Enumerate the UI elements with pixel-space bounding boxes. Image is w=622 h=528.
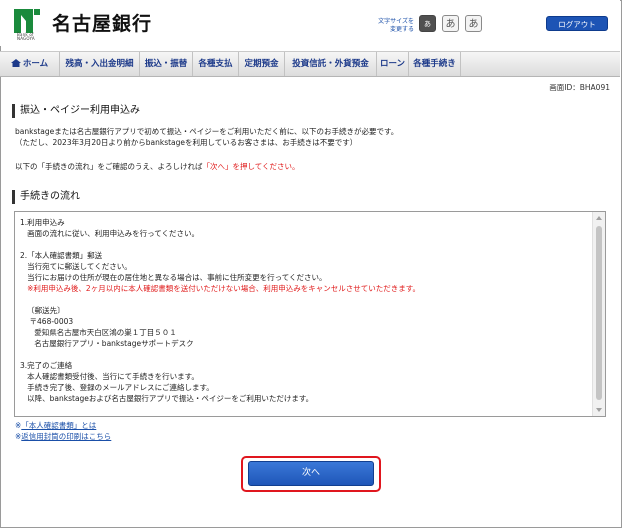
nav-item-label: ホーム	[22, 59, 49, 69]
font-size-label: 文字サイズを 変更する	[378, 18, 414, 33]
scroll-up-icon[interactable]	[596, 216, 602, 220]
logo-subtext: Bank of NAGOYA	[17, 32, 35, 41]
flow-step-2-warning: ※利用申込み後、2ヶ月以内に本人確認書類を送付いただけない場合、利用申込みをキャ…	[20, 284, 420, 293]
logout-button[interactable]: ログアウト	[546, 16, 608, 31]
flow-text-area[interactable]: 1.利用申込み 画面の流れに従い、利用申込みを行ってください。 2.「本人確認書類…	[14, 211, 606, 417]
nav-item-transfer[interactable]: 振込・振替	[140, 52, 193, 76]
instruction-highlight: 「次へ」を押してください。	[202, 162, 300, 171]
flow-scrollbar[interactable]	[592, 212, 605, 416]
scroll-down-icon[interactable]	[596, 408, 602, 412]
nav-item-loan[interactable]: ローン	[377, 52, 409, 76]
instruction-text: 以下の「手続きの流れ」をご確認のうえ、よろしければ「次へ」を押してください。	[15, 162, 300, 171]
nav-item-procedures[interactable]: 各種手続き	[409, 52, 461, 76]
nav-item-payments[interactable]: 各種支払	[193, 52, 239, 76]
font-size-large-button[interactable]: あ	[465, 15, 482, 32]
nav-item-investment[interactable]: 投資信託・外貨預金	[285, 52, 377, 76]
bank-name[interactable]: 名古屋銀行	[52, 9, 152, 36]
description-line-2: （ただし、2023年3月20日より前からbankstageを利用しているお客さま…	[15, 138, 358, 147]
flow-step-3: 3.完了のご連絡 本人確認書類受付後、当行にて手続きを行います。 手続き完了後、…	[20, 361, 314, 403]
nav-item-balance[interactable]: 残高・入出金明細	[60, 52, 140, 76]
home-icon	[10, 59, 21, 67]
main-nav: ホーム 残高・入出金明細 振込・振替 各種支払 定期預金 投資信託・外貨預金 ロ…	[0, 51, 620, 77]
flow-address: 〔郵送先〕 〒468-0003 愛知県名古屋市天白区鴻の巣１丁目５０１ 名古屋銀…	[27, 306, 194, 348]
scroll-thumb[interactable]	[596, 226, 602, 400]
next-button[interactable]: 次へ	[248, 461, 374, 486]
screen-id: 画面ID：BHA091	[549, 83, 610, 92]
page-title: 振込・ペイジー利用申込み	[12, 104, 140, 118]
id-document-link[interactable]: ※「本人確認書類」とは	[15, 421, 96, 431]
header: Bank of NAGOYA 名古屋銀行 文字サイズを 変更する あ あ あ ロ…	[0, 0, 620, 46]
flow-step-2: 2.「本人確認書類」郵送 当行宛てに郵送してください。 当行にお届けの住所が現在…	[20, 251, 327, 282]
flow-section-title: 手続きの流れ	[12, 190, 80, 204]
font-size-medium-button[interactable]: あ	[442, 15, 459, 32]
font-size-small-button[interactable]: あ	[419, 15, 436, 32]
nav-item-time-deposit[interactable]: 定期預金	[239, 52, 285, 76]
flow-content: 1.利用申込み 画面の流れに従い、利用申込みを行ってください。 2.「本人確認書類…	[20, 217, 590, 404]
description-line-1: bankstageまたは名古屋銀行アプリで初めて振込・ペイジーをご利用いただく前…	[15, 127, 399, 136]
flow-step-1: 1.利用申込み 画面の流れに従い、利用申込みを行ってください。	[20, 218, 200, 238]
return-envelope-link[interactable]: ※返信用封筒の印刷はこちら	[15, 432, 111, 442]
nav-item-home[interactable]: ホーム	[0, 52, 60, 76]
